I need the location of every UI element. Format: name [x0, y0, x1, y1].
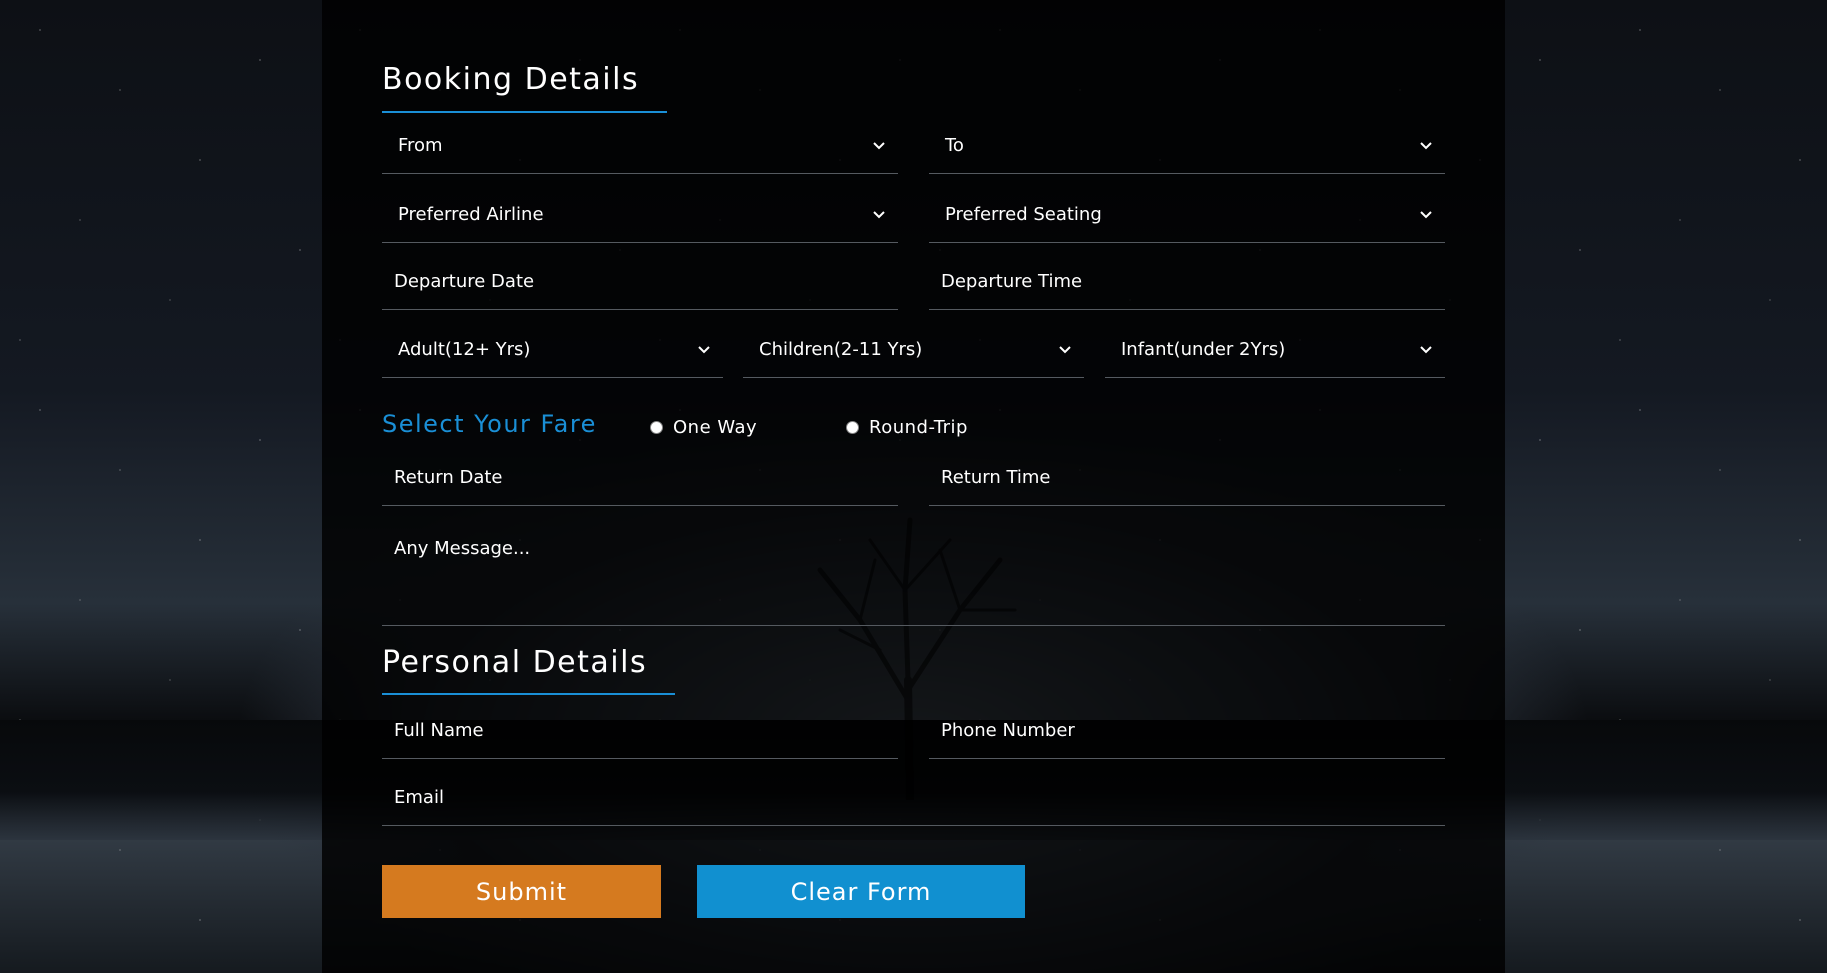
departure-time-placeholder: Departure Time — [941, 271, 1083, 292]
departure-time-input[interactable]: Departure Time — [929, 254, 1445, 310]
phone-number-input[interactable]: Phone Number — [929, 703, 1445, 759]
return-time-input[interactable]: Return Time — [929, 450, 1445, 506]
full-name-input[interactable]: Full Name — [382, 703, 898, 759]
submit-button[interactable]: Submit — [382, 865, 661, 918]
email-placeholder: Email — [394, 787, 444, 808]
phone-number-placeholder: Phone Number — [941, 720, 1075, 741]
clear-form-button[interactable]: Clear Form — [697, 865, 1025, 918]
children-count-select[interactable]: Children(2-11 Yrs) — [743, 322, 1084, 378]
infant-count-label: Infant(under 2Yrs) — [1121, 339, 1286, 360]
return-time-placeholder: Return Time — [941, 467, 1051, 488]
personal-heading-underline — [382, 693, 675, 695]
chevron-down-icon — [698, 345, 710, 353]
booking-details-heading: Booking Details — [382, 62, 640, 97]
preferred-airline-select[interactable]: Preferred Airline — [382, 187, 898, 243]
to-select[interactable]: To — [929, 118, 1445, 174]
preferred-seating-label: Preferred Seating — [945, 204, 1102, 225]
preferred-airline-label: Preferred Airline — [398, 204, 544, 225]
radio-circle-icon[interactable] — [846, 421, 859, 434]
select-fare-label: Select Your Fare — [382, 410, 597, 438]
children-count-label: Children(2-11 Yrs) — [759, 339, 923, 360]
from-select[interactable]: From — [382, 118, 898, 174]
chevron-down-icon — [1420, 345, 1432, 353]
chevron-down-icon — [873, 210, 885, 218]
radio-circle-icon[interactable] — [650, 421, 663, 434]
one-way-radio[interactable]: One Way — [650, 417, 757, 438]
from-select-label: From — [398, 135, 443, 156]
departure-date-input[interactable]: Departure Date — [382, 254, 898, 310]
return-date-input[interactable]: Return Date — [382, 450, 898, 506]
full-name-placeholder: Full Name — [394, 720, 484, 741]
message-textarea[interactable]: Any Message... — [382, 520, 1445, 626]
preferred-seating-select[interactable]: Preferred Seating — [929, 187, 1445, 243]
message-placeholder: Any Message... — [394, 538, 531, 559]
return-date-placeholder: Return Date — [394, 467, 503, 488]
round-trip-radio[interactable]: Round-Trip — [846, 417, 968, 438]
chevron-down-icon — [1420, 210, 1432, 218]
one-way-label: One Way — [673, 417, 758, 438]
chevron-down-icon — [873, 141, 885, 149]
departure-date-placeholder: Departure Date — [394, 271, 535, 292]
adult-count-select[interactable]: Adult(12+ Yrs) — [382, 322, 723, 378]
chevron-down-icon — [1059, 345, 1071, 353]
to-select-label: To — [945, 135, 964, 156]
round-trip-label: Round-Trip — [869, 417, 968, 438]
chevron-down-icon — [1420, 141, 1432, 149]
infant-count-select[interactable]: Infant(under 2Yrs) — [1105, 322, 1445, 378]
email-input[interactable]: Email — [382, 770, 1445, 826]
booking-heading-underline — [382, 111, 667, 113]
personal-details-heading: Personal Details — [382, 645, 648, 680]
adult-count-label: Adult(12+ Yrs) — [398, 339, 531, 360]
